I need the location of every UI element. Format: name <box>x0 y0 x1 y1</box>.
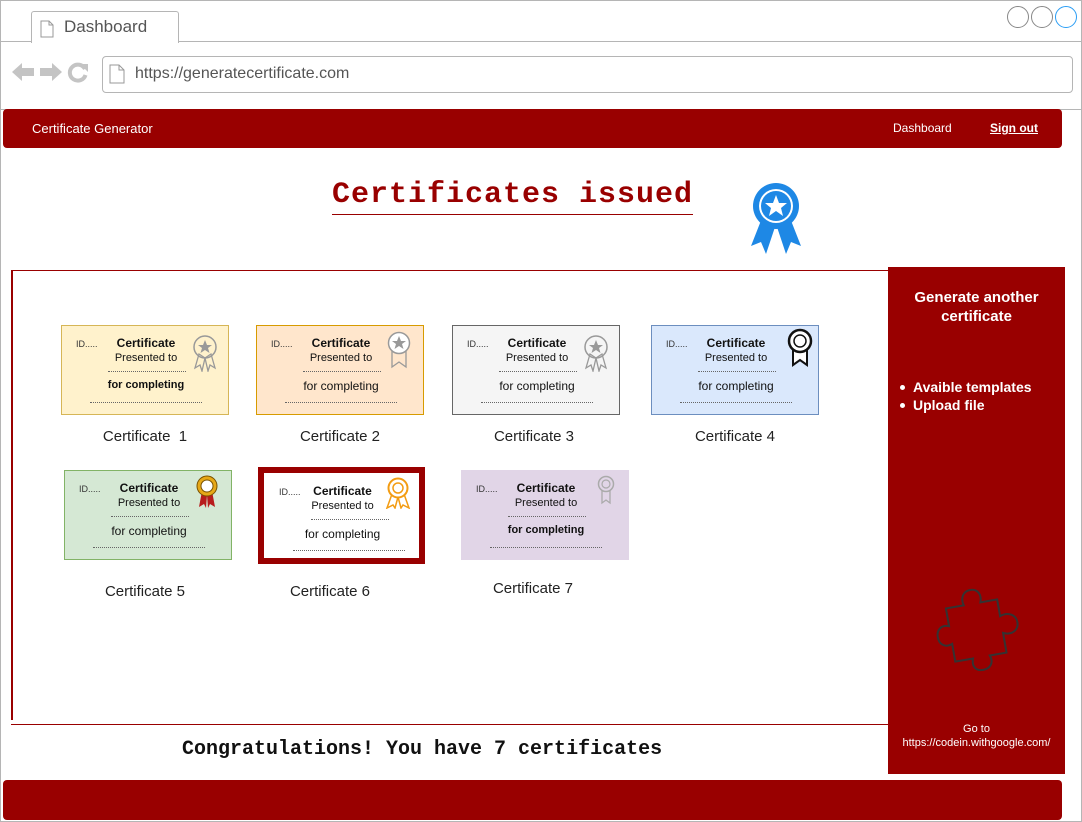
course-line <box>481 402 593 403</box>
star-medal-icon <box>192 334 218 377</box>
close-button[interactable] <box>1055 6 1077 28</box>
maximize-button[interactable] <box>1031 6 1053 28</box>
page-icon <box>109 64 125 84</box>
certificate-card-1[interactable]: ID..... Certificate Presented to for comple… <box>61 325 229 415</box>
puzzle-piece-icon <box>936 588 1019 672</box>
minimize-button[interactable] <box>1007 6 1029 28</box>
forward-arrow-icon[interactable] <box>39 61 63 83</box>
course-line <box>293 550 405 551</box>
star-ribbon-icon <box>387 331 411 374</box>
goto-label: Go to <box>963 723 990 735</box>
certificate-label-6[interactable]: Certificate 6 <box>246 583 414 600</box>
tab-bar: Dashboard <box>1 1 1081 43</box>
certificate-for-completing: for completing <box>304 527 381 541</box>
browser-tab[interactable]: Dashboard <box>31 11 179 43</box>
certificate-card-5[interactable]: ID..... Certificate Presented to for comple… <box>64 470 232 560</box>
side-panel-list: Avaible templates Upload file <box>900 378 1032 414</box>
window-controls <box>1007 6 1077 28</box>
available-templates-item[interactable]: Avaible templates <box>900 378 1032 396</box>
name-line <box>499 371 577 372</box>
sign-out-link[interactable]: Sign out <box>990 121 1038 135</box>
address-bar[interactable]: https://generatecertificate.com <box>102 56 1073 93</box>
name-line <box>311 519 389 520</box>
certificate-for-completing: for completing <box>507 524 585 536</box>
name-line <box>111 516 189 517</box>
name-line <box>303 371 381 372</box>
brand-name[interactable]: Certificate Generator <box>32 121 153 136</box>
nav-dashboard-link[interactable]: Dashboard <box>893 121 952 135</box>
rosette-gold-icon <box>382 477 414 514</box>
award-ribbon-icon <box>787 328 813 373</box>
course-line <box>285 402 397 403</box>
certificate-for-completing: for completing <box>107 379 185 391</box>
back-arrow-icon[interactable] <box>11 61 35 83</box>
certificate-for-completing: for completing <box>499 379 575 393</box>
name-line <box>108 371 186 372</box>
content-frame-left <box>11 270 13 720</box>
name-line <box>508 516 586 517</box>
goto-url[interactable]: https://codein.withgoogle.com/ <box>888 736 1065 750</box>
certificate-card-3[interactable]: ID..... Certificate Presented to for comple… <box>452 325 620 415</box>
app-navbar: Certificate Generator Dashboard Sign out <box>3 109 1062 148</box>
goto-link[interactable]: Go to https://codein.withgoogle.com/ <box>888 722 1065 750</box>
rosette-icon <box>195 475 219 514</box>
certificate-card-6[interactable]: ID..... Certificate Presented to for comple… <box>264 473 419 558</box>
certificate-for-completing: for completing <box>111 524 187 538</box>
document-icon <box>40 20 54 38</box>
certificate-card-2[interactable]: ID..... Certificate Presented to for comple… <box>256 325 424 415</box>
name-line <box>698 371 776 372</box>
award-badge-icon <box>751 183 801 254</box>
tab-title: Dashboard <box>64 17 148 36</box>
certificate-label-3[interactable]: Certificate 3 <box>450 428 618 445</box>
course-line <box>93 547 205 548</box>
certificate-label-5[interactable]: Certificate 5 <box>61 583 229 600</box>
generate-another-title[interactable]: Generate another certificate <box>888 288 1065 326</box>
certificate-card-7[interactable]: ID..... Certificate Presented to for comple… <box>461 470 629 560</box>
course-line <box>90 402 202 403</box>
refresh-icon[interactable] <box>67 61 89 83</box>
url-text: https://generatecertificate.com <box>135 65 350 82</box>
course-line <box>680 402 792 403</box>
course-line <box>490 547 602 548</box>
certificate-label-1[interactable]: Certificate 1 <box>61 428 229 445</box>
content-frame-top <box>11 270 888 271</box>
footer-bar <box>3 780 1062 820</box>
certificate-for-completing: for completing <box>303 379 379 393</box>
content-frame-bottom <box>11 724 888 725</box>
star-medal-icon <box>583 334 609 377</box>
certificate-card-4[interactable]: ID..... Certificate Presented to for comple… <box>651 325 819 415</box>
certificate-label-4[interactable]: Certificate 4 <box>651 428 819 445</box>
ribbon-outline-icon <box>596 475 616 510</box>
certificate-for-completing: for completing <box>698 379 774 393</box>
page-title: Certificates issued <box>332 178 694 215</box>
certificate-label-2[interactable]: Certificate 2 <box>256 428 424 445</box>
certificate-label-7[interactable]: Certificate 7 <box>449 580 617 597</box>
navigation-buttons <box>11 61 89 83</box>
upload-file-item[interactable]: Upload file <box>900 396 1032 414</box>
congratulations-message: Congratulations! You have 7 certificates <box>182 738 663 761</box>
side-panel: Generate another certificate Avaible tem… <box>888 267 1065 774</box>
